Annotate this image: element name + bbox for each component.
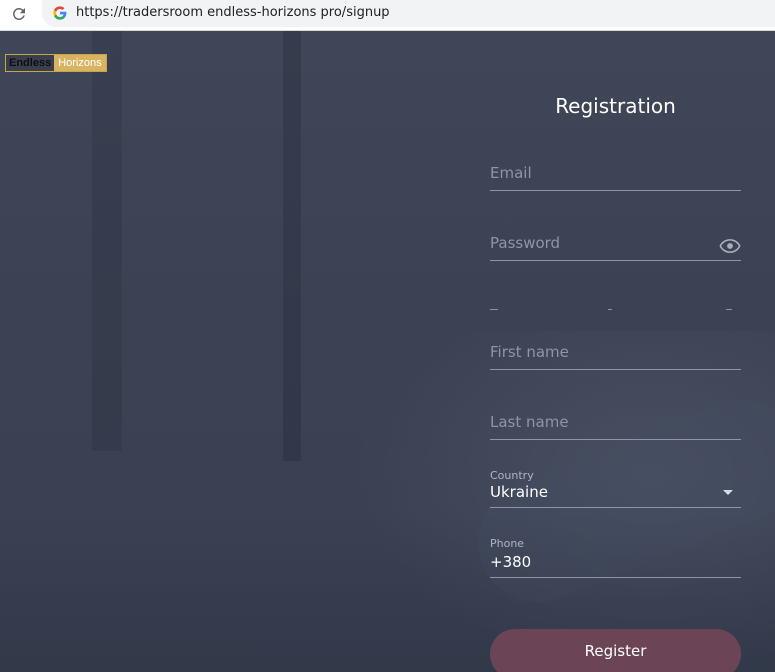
background-shape [283, 31, 301, 461]
google-icon [53, 6, 67, 20]
country-select[interactable]: Country Ukraine [490, 469, 741, 508]
url-text[interactable]: https://tradersroom endless-horizons pro… [76, 5, 390, 20]
email-field[interactable]: Email [490, 161, 741, 191]
registration-form: Registration Email Password First name L… [490, 31, 741, 672]
phone-value: +380 [490, 553, 532, 571]
reload-icon[interactable] [10, 5, 28, 23]
country-label: Country [490, 469, 534, 482]
address-bar[interactable]: https://tradersroom endless-horizons pro… [42, 0, 775, 27]
hidden-field-line [490, 309, 741, 313]
eye-icon[interactable] [719, 239, 741, 253]
first-name-placeholder: First name [490, 343, 569, 361]
form-title: Registration [555, 94, 676, 118]
country-value: Ukraine [490, 483, 548, 501]
logo-text-horizons: Horizons [54, 55, 106, 71]
signup-page: Endless Horizons Registration Email Pass… [0, 31, 775, 672]
register-button[interactable]: Register [490, 629, 741, 672]
phone-field[interactable]: Phone +380 [490, 537, 741, 578]
last-name-placeholder: Last name [490, 413, 569, 431]
caret-down-icon[interactable] [723, 490, 733, 495]
email-placeholder: Email [490, 164, 532, 182]
background-shape [92, 31, 122, 451]
last-name-field[interactable]: Last name [490, 410, 741, 440]
first-name-field[interactable]: First name [490, 340, 741, 370]
password-field[interactable]: Password [490, 231, 741, 261]
password-placeholder: Password [490, 234, 561, 252]
browser-toolbar: https://tradersroom endless-horizons pro… [0, 0, 775, 31]
logo-text-endless: Endless [6, 55, 55, 71]
brand-logo[interactable]: Endless Horizons [5, 54, 107, 72]
phone-label: Phone [490, 537, 525, 550]
